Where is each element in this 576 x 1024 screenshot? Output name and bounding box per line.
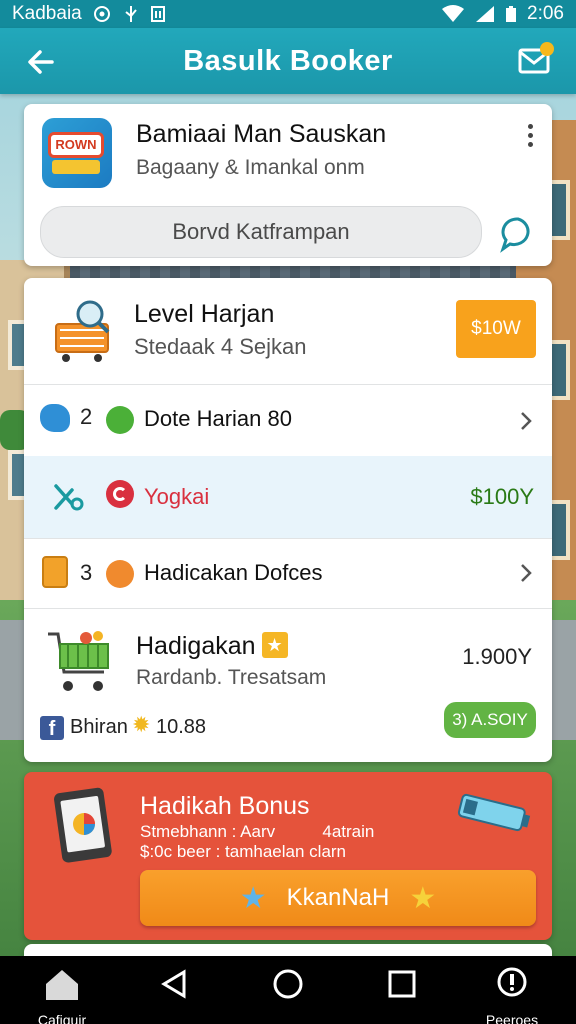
item-price: 1.900Y (462, 644, 532, 669)
bonus-line: Stmebhann : Aarv 4atrain (140, 822, 375, 841)
home-circle-icon (273, 969, 303, 999)
sun-icon: ✹ (132, 712, 151, 737)
face-icon (106, 560, 134, 588)
row-label: Hadicakan Dofces (144, 560, 323, 585)
item-title-text: Hadigakan (136, 632, 256, 660)
claim-bonus-button[interactable]: ★ KkanNaH ★ (140, 870, 536, 926)
notification-dot (540, 42, 554, 56)
nav-info-label: Peeroes (485, 1012, 539, 1024)
profile-subtitle: Bagaany & Imankal onm (136, 156, 365, 179)
level-subtitle: Stedaak 4 Sejkan (134, 334, 307, 359)
nav-home[interactable]: Cafiquir (32, 966, 92, 1024)
facebook-icon[interactable]: f (40, 716, 64, 740)
item-title: Hadigakan (136, 632, 288, 661)
item-action-button[interactable]: 3) A.SOIY (444, 702, 536, 738)
bonus-card: Hadikah Bonus Stmebhann : Aarv 4atrain $… (24, 772, 552, 940)
back-triangle-icon (161, 969, 186, 999)
more-options-icon[interactable] (526, 124, 534, 148)
refresh-icon (106, 480, 134, 508)
scissors-icon (54, 484, 84, 511)
leaf-icon (106, 406, 134, 434)
app-logo: ROWN (42, 118, 112, 188)
chevron-right-icon (521, 412, 532, 430)
level-title: Level Harjan (134, 300, 275, 328)
tablet-icon (54, 787, 112, 863)
list-item[interactable]: 3 Hadicakan Dofces (24, 538, 552, 608)
divider (24, 608, 552, 609)
star-badge-icon (261, 632, 288, 658)
nav-back[interactable] (144, 966, 204, 1018)
bonus-title: Hadikah Bonus (140, 792, 310, 820)
bag-icon (42, 556, 68, 588)
social-value: 10.88 (156, 716, 207, 738)
social-label: Bhiran (70, 716, 128, 738)
row-number: 3 (80, 560, 93, 585)
signal-icon (476, 6, 495, 22)
list-item[interactable]: Yogkai $100Y (24, 456, 552, 538)
status-bar: Kadbaia 2:06 (0, 0, 576, 28)
app-bar: Basulk Booker (0, 28, 576, 94)
chevron-right-icon (521, 564, 532, 582)
item-subtitle: Rardanb. Tresatsam (136, 666, 327, 689)
nav-home-circle[interactable] (258, 966, 318, 1018)
shopping-basket-icon (55, 300, 110, 362)
battery-status-icon (506, 6, 517, 22)
profile-card: ROWN Bamiaai Man Sauskan Bagaany & Imank… (24, 104, 552, 266)
sim-icon (150, 6, 165, 22)
bonus-line: $:0c beer : tamhaelan clarn (140, 842, 347, 861)
battery-icon (457, 793, 531, 832)
clock: 2:06 (527, 3, 564, 24)
navigation-bar: Cafiquir Peeroes (0, 956, 576, 1024)
nav-home-label: Cafiquir (37, 1012, 87, 1024)
row-label: Dote Harian 80 (144, 406, 292, 431)
info-icon (497, 967, 527, 997)
cloud-icon (40, 404, 70, 432)
claim-label: KkanNaH (286, 884, 390, 911)
page-title: Basulk Booker (183, 44, 393, 77)
recents-icon (388, 970, 416, 998)
back-arrow-icon[interactable] (22, 42, 62, 82)
star-icon: ★ (239, 881, 267, 915)
row-label: Yogkai (144, 484, 210, 509)
logo-ribbon (52, 160, 100, 174)
usb-icon (125, 6, 137, 22)
nav-info[interactable]: Peeroes (482, 966, 542, 1024)
search-input[interactable]: Borvd Katframpan (40, 206, 482, 258)
settings-icon (93, 6, 110, 22)
list-item[interactable]: 2 Dote Harian 80 (24, 384, 552, 456)
row-number: 2 (80, 404, 93, 429)
level-price-button[interactable]: $10W (456, 300, 536, 358)
profile-name: Bamiaai Man Sauskan (136, 120, 387, 148)
level-card: Level Harjan Stedaak 4 Sejkan $10W 2 Dot… (24, 278, 552, 762)
logo-badge: ROWN (48, 132, 104, 158)
nav-recents[interactable] (372, 966, 432, 1018)
wifi-icon (442, 5, 465, 22)
shopping-cart-icon (48, 631, 109, 691)
star-icon: ★ (409, 881, 437, 915)
row-price: $100Y (470, 484, 534, 509)
home-icon (46, 970, 78, 1000)
chat-icon[interactable] (498, 214, 538, 254)
carrier-label: Kadbaia (12, 3, 82, 24)
